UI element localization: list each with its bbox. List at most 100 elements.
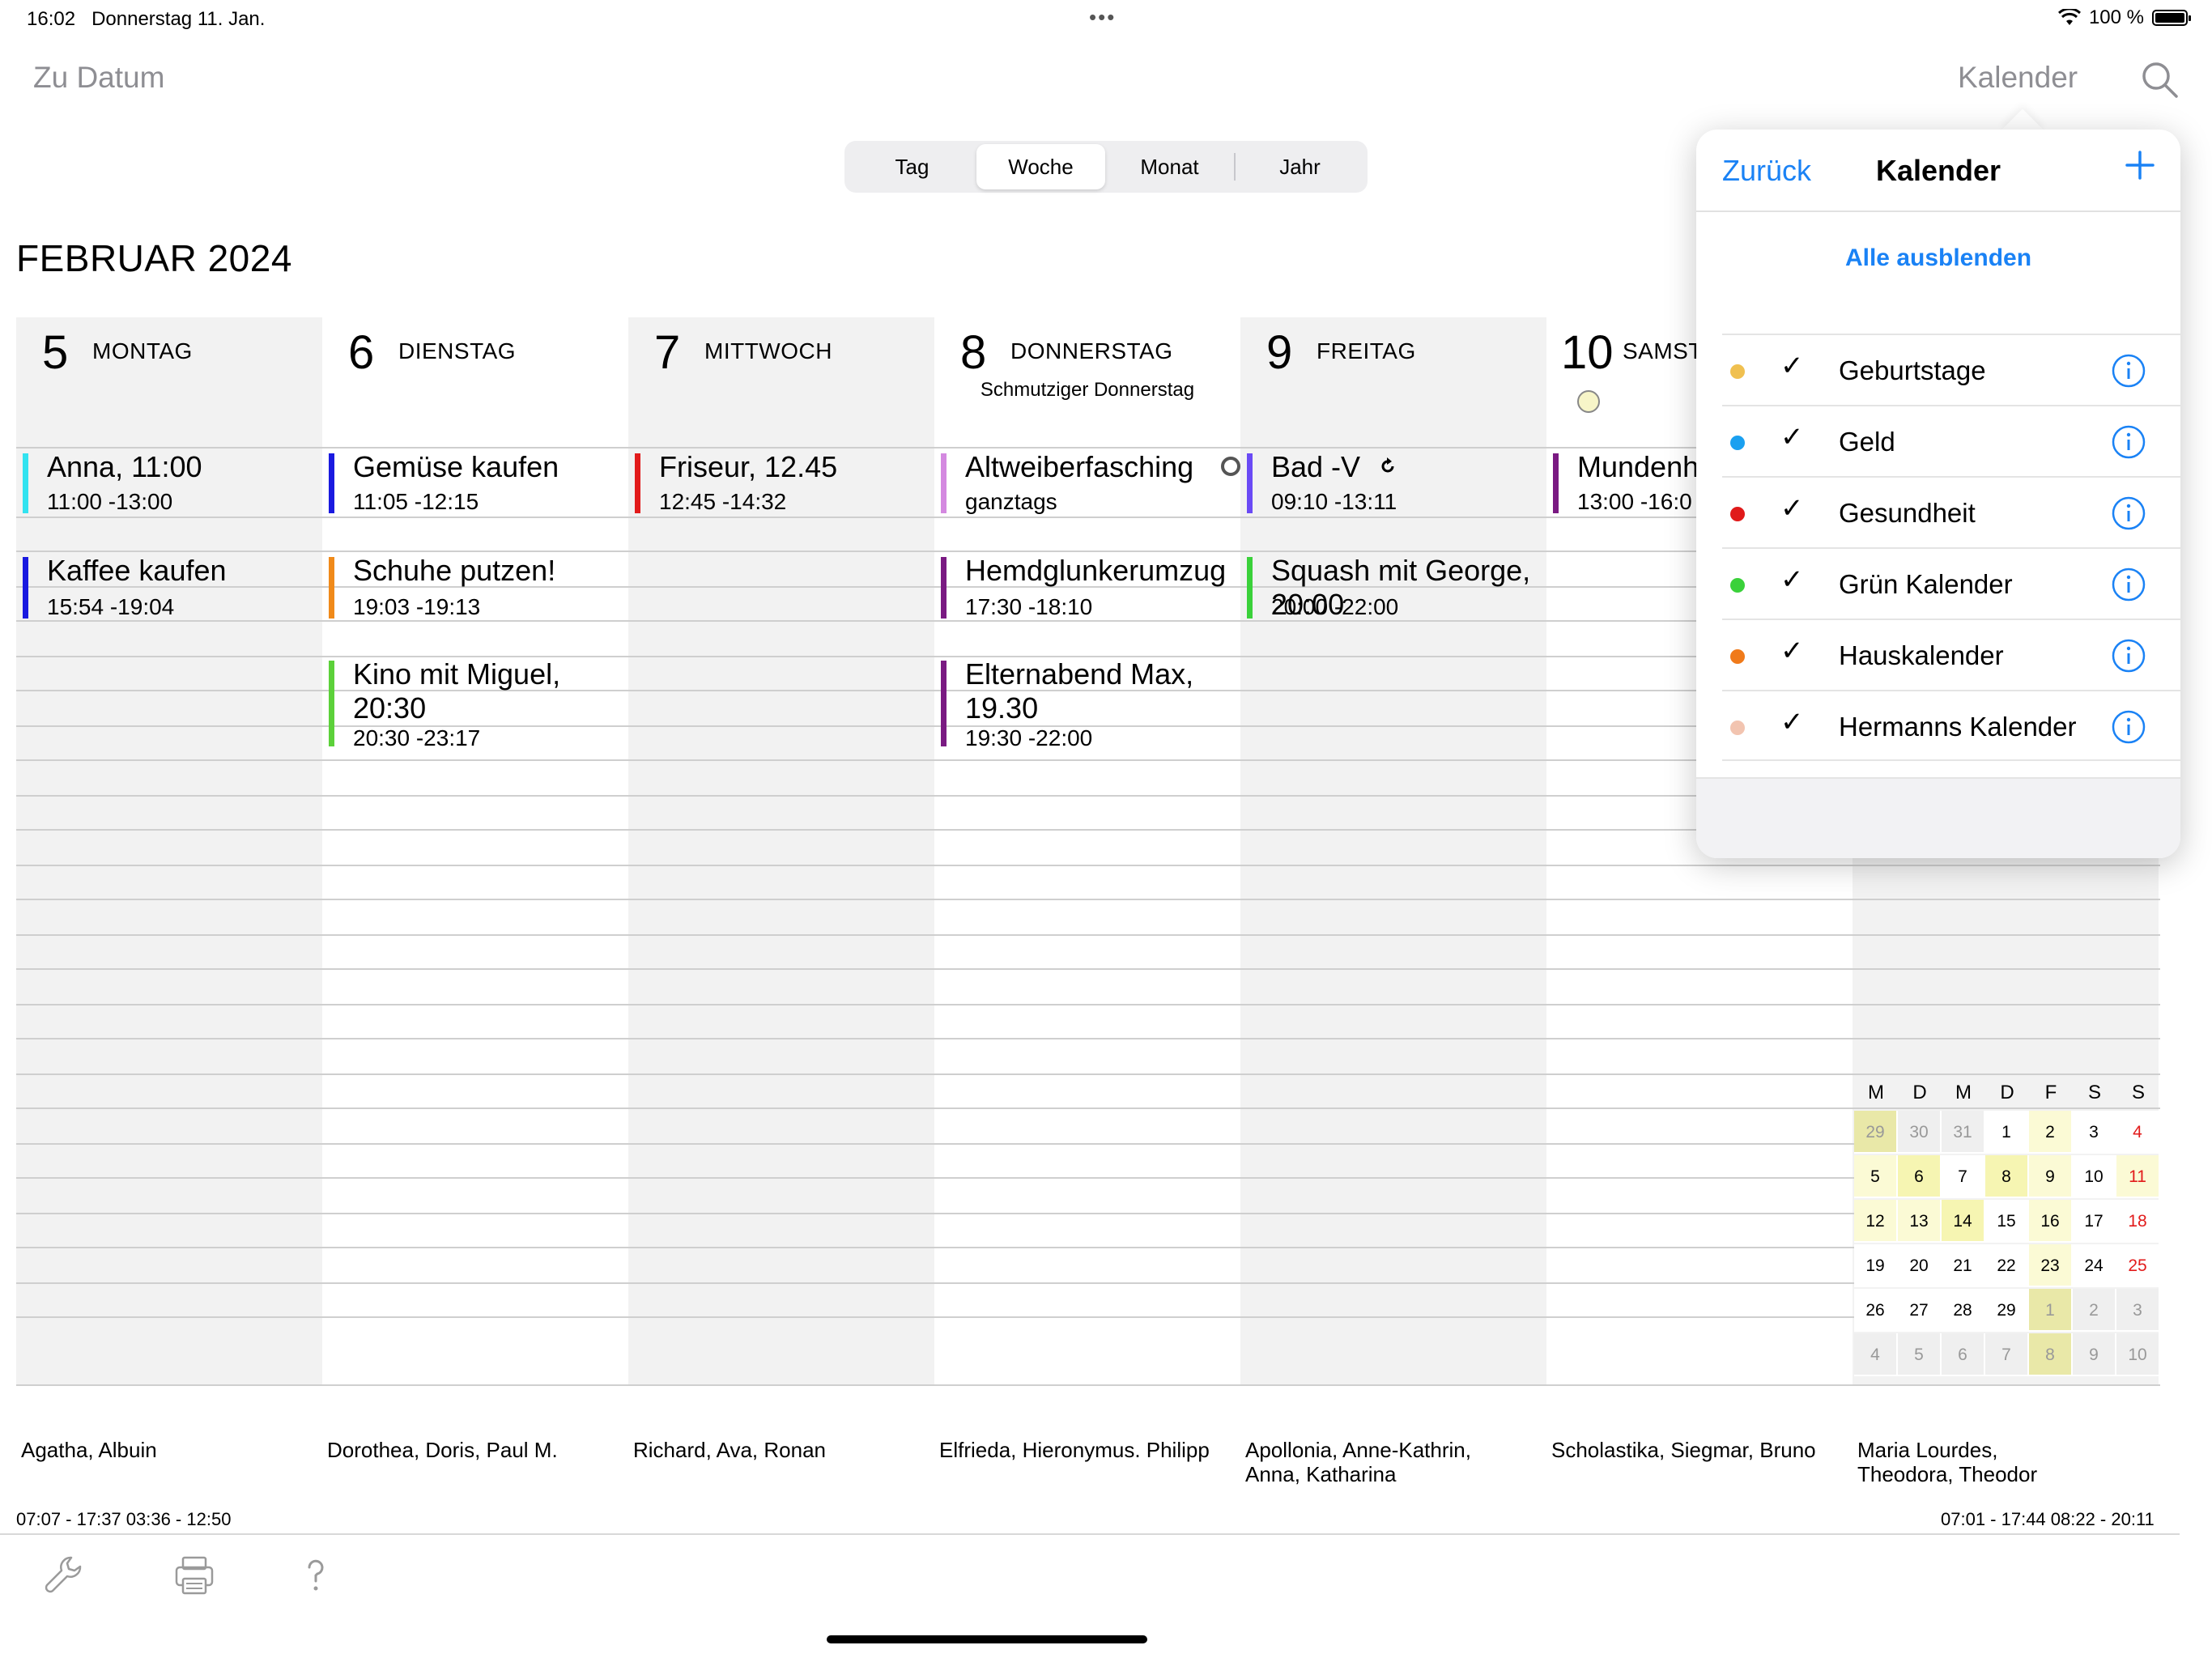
day-header-tuesday[interactable]: 6 DIENSTAG [322,317,628,447]
mini-calendar-day[interactable]: 28 [1942,1289,1985,1332]
multitasking-dots[interactable]: ••• [1089,5,1116,30]
calendar-selection-popover: Zurück Kalender Alle ausblenden ✓ Geburt… [1696,130,2180,858]
hide-all-button[interactable]: Alle ausblenden [1696,244,2180,272]
tab-year[interactable]: Jahr [1236,144,1364,189]
info-icon[interactable] [2111,638,2146,674]
home-indicator[interactable] [827,1635,1147,1643]
mini-calendar-day[interactable]: 14 [1942,1200,1985,1243]
calendar-name: Geburtstage [1839,355,1986,385]
calendar-row-hermanns-kalender[interactable]: ✓ Hermanns Kalender [1722,690,2180,761]
event-schuhe-putzen[interactable]: Schuhe putzen! 19:03 -19:13 [322,552,628,622]
mini-calendar-day[interactable]: 7 [1985,1333,2029,1376]
calendar-row-gesundheit[interactable]: ✓ Gesundheit [1722,476,2180,547]
mini-calendar-day[interactable]: 23 [2029,1244,2073,1287]
row-line [16,968,2160,970]
mini-calendar-day[interactable]: 5 [1854,1155,1898,1198]
event-gemuese-kaufen[interactable]: Gemüse kaufen 11:05 -12:15 [322,449,628,517]
mini-calendar-day[interactable]: 6 [1942,1333,1985,1376]
mini-calendar-day[interactable]: 10 [2116,1333,2160,1376]
status-right: 100 % [2057,6,2191,29]
mini-calendar-day[interactable]: 19 [1854,1244,1898,1287]
mini-calendar-day[interactable]: 1 [1985,1111,2029,1154]
tab-day[interactable]: Tag [848,144,976,189]
event-friseur[interactable]: Friseur, 12.45 12:45 -14:32 [628,449,934,517]
calendar-row-geburtstage[interactable]: ✓ Geburtstage [1722,334,2180,405]
month-title: FEBRUAR 2024 [16,237,292,279]
mini-calendar-day[interactable]: 2 [2029,1111,2073,1154]
mini-calendar-day[interactable]: 2 [2073,1289,2116,1332]
mini-calendar-day[interactable]: 5 [1898,1333,1942,1376]
event-elternabend-max[interactable]: Elternabend Max, 19.30 19:30 -22:00 [934,656,1240,750]
mini-calendar-day[interactable]: 27 [1898,1289,1942,1332]
mini-calendar-day[interactable]: 15 [1985,1200,2029,1243]
mini-calendar-day[interactable]: 29 [1854,1111,1898,1154]
tab-week[interactable]: Woche [976,144,1105,189]
mini-calendar-day[interactable]: 16 [2029,1200,2073,1243]
mini-calendar-day[interactable]: 3 [2116,1289,2160,1332]
day-name: MONTAG [92,338,193,363]
day-header-friday[interactable]: 9 FREITAG [1240,317,1546,447]
mini-calendar-day[interactable]: 10 [2073,1155,2116,1198]
mini-calendar-day[interactable]: 7 [1942,1155,1985,1198]
event-kino-mit-miguel[interactable]: Kino mit Miguel, 20:30 20:30 -23:17 [322,656,628,750]
printer-icon[interactable] [172,1553,217,1598]
event-hemdglunkerumzug[interactable]: Hemdglunkerumzug 17:30 -18:10 [934,552,1240,622]
day-header-monday[interactable]: 5 MONTAG [16,317,322,447]
mini-calendar-day[interactable]: 12 [1854,1200,1898,1243]
weekday-label: F [2044,1082,2057,1103]
mini-calendar-week: 4 5 6 7 8 9 10 [1854,1333,2160,1378]
mini-calendar-day[interactable]: 3 [2073,1111,2116,1154]
info-icon[interactable] [2111,495,2146,531]
mini-calendar-day[interactable]: 20 [1898,1244,1942,1287]
mini-calendar-day[interactable]: 11 [2116,1155,2160,1198]
mini-calendar-day[interactable]: 8 [1985,1155,2029,1198]
calendar-row-geld[interactable]: ✓ Geld [1722,405,2180,476]
day-number: 8 [960,326,987,379]
mini-calendar-day[interactable]: 17 [2073,1200,2116,1243]
mini-calendar-day[interactable]: 9 [2029,1155,2073,1198]
calendar-name: Hermanns Kalender [1839,712,2077,742]
sun-moon-times-left: 07:07 - 17:37 03:36 - 12:50 [16,1509,232,1529]
day-header-wednesday[interactable]: 7 MITTWOCH [628,317,934,447]
mini-calendar-day[interactable]: 30 [1898,1111,1942,1154]
calendar-color-dot [1730,436,1745,450]
calendar-row-hauskalender[interactable]: ✓ Hauskalender [1722,619,2180,690]
calendars-button[interactable]: Kalender [1958,61,2078,95]
event-bad[interactable]: Bad -V 09:10 -13:11 [1240,449,1546,517]
mini-calendar-day[interactable]: 9 [2073,1333,2116,1376]
event-altweiberfasching[interactable]: Altweiberfasching ganztags [934,449,1240,517]
calendar-row-gruen-kalender[interactable]: ✓ Grün Kalender [1722,547,2180,619]
mini-calendar-day[interactable]: 22 [1985,1244,2029,1287]
status-bar: 16:02 Donnerstag 11. Jan. ••• 100 % [0,0,2212,40]
mini-calendar-day[interactable]: 31 [1942,1111,1985,1154]
tab-month[interactable]: Monat [1105,144,1234,189]
mini-calendar-day[interactable]: 8 [2029,1333,2073,1376]
mini-calendar-day[interactable]: 18 [2116,1200,2160,1243]
mini-calendar-day[interactable]: 1 [2029,1289,2073,1332]
mini-calendar-day[interactable]: 4 [2116,1111,2160,1154]
info-icon[interactable] [2111,709,2146,745]
mini-calendar-day[interactable]: 6 [1898,1155,1942,1198]
mini-calendar-day[interactable]: 29 [1985,1289,2029,1332]
event-kaffee-kaufen[interactable]: Kaffee kaufen 15:54 -19:04 [16,552,322,622]
mini-calendar-day[interactable]: 4 [1854,1333,1898,1376]
add-calendar-icon[interactable] [2122,147,2158,183]
recurring-circle-icon [1221,457,1240,476]
checkmark-icon: ✓ [1780,636,1804,666]
info-icon[interactable] [2111,567,2146,602]
info-icon[interactable] [2111,353,2146,389]
search-icon[interactable] [2139,59,2180,100]
day-header-thursday[interactable]: 8 DONNERSTAG Schmutziger Donnerstag [934,317,1240,447]
mini-calendar-day[interactable]: 13 [1898,1200,1942,1243]
go-to-date-button[interactable]: Zu Datum [33,61,164,95]
help-icon[interactable] [293,1553,338,1598]
event-anna[interactable]: Anna, 11:00 11:00 -13:00 [16,449,322,517]
mini-calendar-day[interactable]: 25 [2116,1244,2160,1287]
info-icon[interactable] [2111,424,2146,460]
wrench-icon[interactable] [40,1553,86,1598]
mini-calendar-day[interactable]: 26 [1854,1289,1898,1332]
mini-calendar-day[interactable]: 24 [2073,1244,2116,1287]
event-color-bar [635,453,640,513]
mini-calendar-day[interactable]: 21 [1942,1244,1985,1287]
event-squash-mit-george[interactable]: Squash mit George, 20:00 20:00 -22:00 [1240,552,1546,622]
